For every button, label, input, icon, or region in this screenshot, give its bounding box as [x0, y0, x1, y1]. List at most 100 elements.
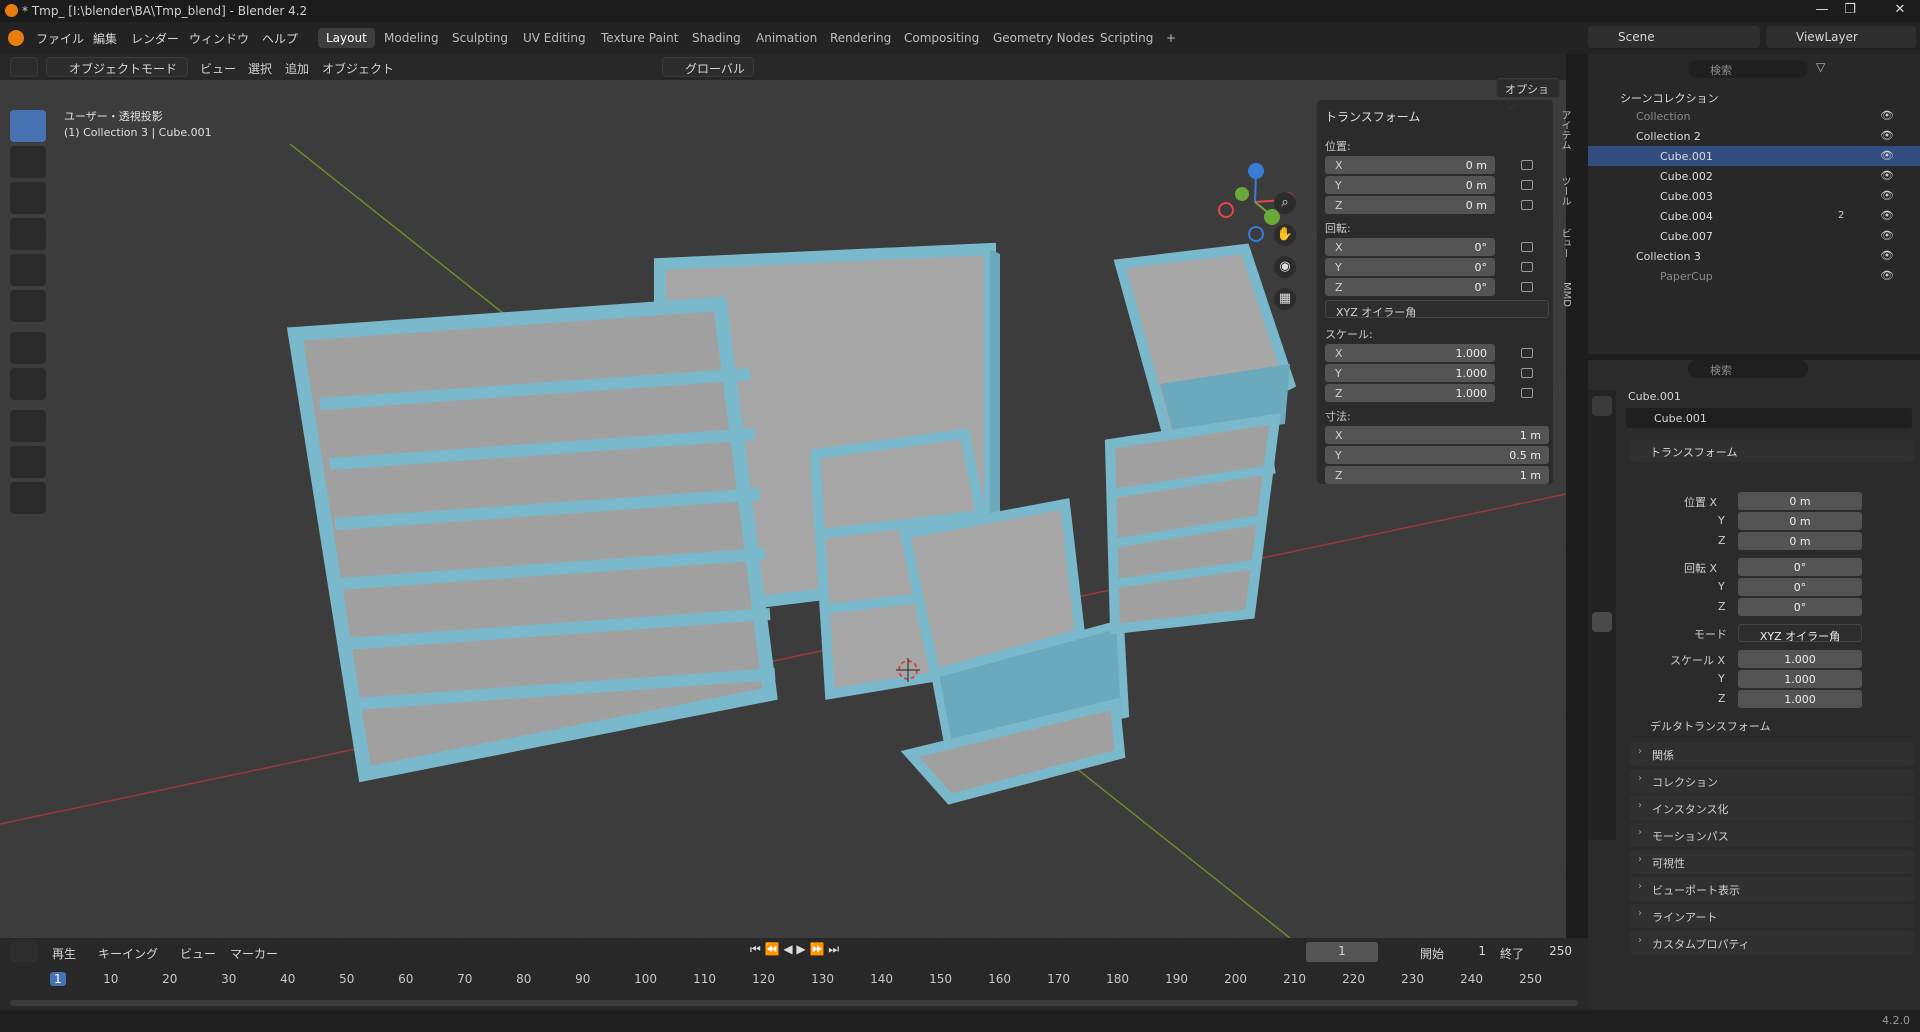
prop-panel-header[interactable]: › インスタンス化	[1630, 796, 1914, 820]
lock-icon[interactable]	[1521, 242, 1533, 252]
view-layer-tab-icon[interactable]	[1592, 480, 1612, 500]
prop-object-field[interactable]: Cube.001	[1626, 408, 1912, 428]
current-frame-field[interactable]: 1	[1306, 942, 1378, 962]
tl-menu-keying[interactable]: キーイング	[98, 945, 158, 962]
transform-orientation-dropdown[interactable]: グローバル	[662, 57, 754, 77]
outliner-row[interactable]: Cube.007 👁	[1588, 226, 1920, 246]
np-location-x[interactable]: X0 m	[1325, 156, 1495, 174]
camera-icon[interactable]: ◉	[1274, 256, 1296, 278]
np-dimension-x[interactable]: X1 m	[1325, 426, 1549, 444]
outliner-row[interactable]: Collection 👁	[1588, 106, 1920, 126]
menu-render[interactable]: レンダー	[131, 30, 179, 47]
np-scale-z[interactable]: Z 1.000	[1325, 384, 1495, 402]
visibility-eye-icon[interactable]: 👁	[1880, 269, 1894, 282]
zoom-icon[interactable]: ⌕	[1274, 192, 1296, 214]
minimize-icon[interactable]: —	[1812, 2, 1832, 20]
tab-sculpting[interactable]: Sculpting	[444, 28, 516, 48]
outliner-row[interactable]: PaperCup 👁	[1588, 266, 1920, 286]
np-location-z[interactable]: Z0 m	[1325, 196, 1495, 214]
object-tab-icon[interactable]	[1592, 612, 1612, 632]
scene-tab-icon[interactable]	[1592, 508, 1612, 528]
prop-scale-x[interactable]: 1.000	[1738, 650, 1862, 668]
prop-mode-dropdown[interactable]: XYZ オイラー角	[1738, 624, 1862, 643]
select-box-tool-icon[interactable]	[10, 110, 46, 142]
prop-panel-header[interactable]: › 可視性	[1630, 850, 1914, 874]
prop-panel-header[interactable]: › コレクション	[1630, 769, 1914, 793]
outliner-row[interactable]: Collection 2 👁	[1588, 126, 1920, 146]
prop-rotation-y[interactable]: 0°	[1738, 578, 1862, 596]
prop-panel-header[interactable]: › ビューポート表示	[1630, 877, 1914, 901]
prop-scale-z[interactable]: 1.000	[1738, 690, 1862, 708]
lock-icon[interactable]	[1521, 262, 1533, 272]
start-frame-field[interactable]: 1	[1456, 942, 1486, 962]
np-rotation-z[interactable]: Z 0°	[1325, 278, 1495, 296]
lock-icon[interactable]	[1521, 388, 1533, 398]
timeline-editor-icon[interactable]	[10, 942, 38, 962]
tab-compositing[interactable]: Compositing	[896, 28, 987, 48]
lock-icon[interactable]	[1521, 200, 1533, 210]
tab-texture-paint[interactable]: Texture Paint	[593, 28, 686, 48]
menu-window[interactable]: ウィンドウ	[189, 30, 249, 47]
prop-location-x[interactable]: 0 m	[1738, 492, 1862, 510]
outliner-row[interactable]: Cube.003 👁	[1588, 186, 1920, 206]
visibility-eye-icon[interactable]: 👁	[1880, 229, 1894, 242]
lock-icon[interactable]	[1521, 160, 1533, 170]
blender-menu-icon[interactable]	[8, 30, 24, 46]
tab-layout[interactable]: Layout	[318, 28, 375, 48]
visibility-eye-icon[interactable]: 👁	[1880, 249, 1894, 262]
np-rotation-x[interactable]: X 0°	[1325, 238, 1495, 256]
cursor-tool-icon[interactable]	[10, 146, 46, 178]
outliner-row[interactable]: Collection 3 👁	[1588, 246, 1920, 266]
render-tab-icon[interactable]	[1592, 424, 1612, 444]
annotate-tool-icon[interactable]	[10, 332, 46, 364]
add-workspace-icon[interactable]: +	[1158, 28, 1184, 48]
sidetab-view[interactable]: ビュー	[1556, 228, 1572, 258]
constraints-tab-icon[interactable]	[1592, 724, 1612, 744]
vp-menu-select[interactable]: 選択	[248, 60, 272, 77]
measure-tool-icon[interactable]	[10, 368, 46, 400]
np-dimension-y[interactable]: Y 0.5 m	[1325, 446, 1549, 464]
prop-location-y[interactable]: 0 m	[1738, 512, 1862, 530]
np-rotation-mode-dropdown[interactable]: XYZ オイラー角	[1325, 300, 1549, 319]
maximize-icon[interactable]: ❐	[1840, 2, 1860, 20]
prop-scale-y[interactable]: 1.000	[1738, 670, 1862, 688]
scale-tool-icon[interactable]	[10, 254, 46, 286]
shear-tool-icon[interactable]	[10, 446, 46, 478]
lock-icon[interactable]	[1521, 180, 1533, 190]
view-layer-selector[interactable]: ViewLayer	[1766, 26, 1916, 48]
rotate-tool-icon[interactable]	[10, 218, 46, 250]
material-tab-icon[interactable]	[1592, 780, 1612, 800]
tab-geometry-nodes[interactable]: Geometry Nodes	[985, 28, 1102, 48]
outliner-row[interactable]: Cube.002 👁	[1588, 166, 1920, 186]
tab-modeling[interactable]: Modeling	[376, 28, 447, 48]
shelf-large-left[interactable]	[286, 296, 778, 783]
sidetab-tool[interactable]: ツール	[1556, 176, 1572, 206]
np-scale-x[interactable]: X 1.000	[1325, 344, 1495, 362]
outliner-row[interactable]: Cube.001 👁	[1588, 146, 1920, 166]
lock-icon[interactable]	[1521, 368, 1533, 378]
prop-panel-header[interactable]: › モーションパス	[1630, 823, 1914, 847]
timeline-scrollbar[interactable]	[10, 1000, 1578, 1006]
np-transform-header[interactable]: トランスフォーム	[1325, 108, 1420, 125]
lock-icon[interactable]	[1521, 282, 1533, 292]
prop-panel-header[interactable]: › カスタムプロパティ	[1630, 931, 1914, 955]
tl-menu-marker[interactable]: マーカー	[230, 945, 278, 962]
prop-transform-header[interactable]: トランスフォーム	[1630, 440, 1914, 462]
add-cube-tool-icon[interactable]	[10, 410, 46, 442]
scene-selector[interactable]: Scene	[1588, 26, 1760, 48]
options-dropdown[interactable]: オプション	[1496, 78, 1560, 112]
world-tab-icon[interactable]	[1592, 536, 1612, 556]
lock-icon[interactable]	[1521, 348, 1533, 358]
sidetab-mmd[interactable]: MMD	[1556, 282, 1572, 307]
tab-shading[interactable]: Shading	[684, 28, 749, 48]
sidetab-item[interactable]: アイテム	[1556, 110, 1572, 150]
tab-uv-editing[interactable]: UV Editing	[515, 28, 594, 48]
menu-file[interactable]: ファイル	[36, 30, 84, 47]
vp-menu-add[interactable]: 追加	[285, 60, 309, 77]
playhead-frame-marker[interactable]: 1	[50, 972, 66, 986]
output-tab-icon[interactable]	[1592, 452, 1612, 472]
prop-rotation-z[interactable]: 0°	[1738, 598, 1862, 616]
outliner-search-input[interactable]: 検索	[1688, 60, 1808, 78]
tool-tab-icon[interactable]	[1592, 396, 1612, 416]
curve-tool-icon[interactable]	[10, 482, 46, 514]
